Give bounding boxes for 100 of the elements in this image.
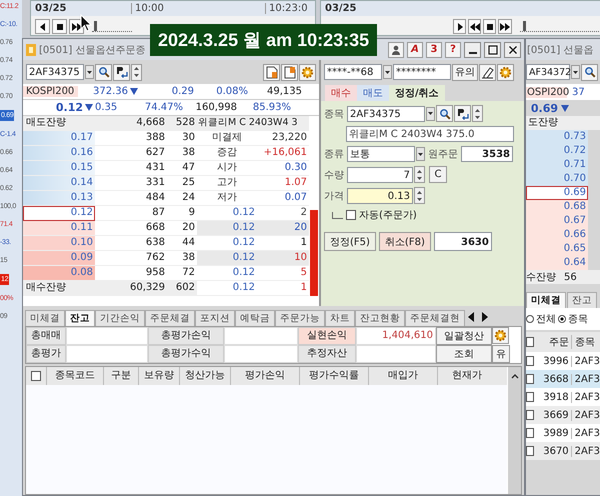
- spin-button[interactable]: [414, 187, 425, 204]
- balance-tab[interactable]: 미체결: [526, 292, 566, 308]
- toolbar-button[interactable]: ?: [445, 42, 461, 58]
- extra-button[interactable]: 유: [492, 345, 510, 363]
- price-level[interactable]: 0.69: [526, 186, 588, 200]
- search-button[interactable]: [436, 105, 453, 122]
- dropdown-button[interactable]: [85, 65, 94, 79]
- ask-price[interactable]: 0.15: [23, 161, 95, 176]
- order-row[interactable]: 3669 2AF3: [526, 406, 600, 424]
- price-field[interactable]: 0.13: [347, 188, 413, 204]
- column-header[interactable]: 종목: [573, 335, 595, 349]
- dropdown-button[interactable]: [416, 147, 425, 161]
- order-row[interactable]: 3668 2AF3: [526, 370, 600, 388]
- price-level[interactable]: 0.68: [526, 200, 588, 214]
- price-level[interactable]: 0.65: [526, 242, 588, 256]
- balance-tab[interactable]: 미체결: [25, 310, 65, 326]
- order-row[interactable]: 3996 2AF3: [526, 352, 600, 370]
- order-tab[interactable]: 매수: [325, 85, 357, 101]
- spin-button[interactable]: [414, 166, 425, 183]
- tab-scroll-button[interactable]: [467, 312, 489, 322]
- balance-tab[interactable]: 예탁금: [235, 310, 275, 326]
- clear-button[interactable]: C: [429, 166, 447, 183]
- price-level[interactable]: 0.67: [526, 214, 588, 228]
- balance-tab[interactable]: 잔고현황: [355, 310, 405, 326]
- select-all-checkbox[interactable]: [31, 371, 41, 381]
- eraser-button[interactable]: [479, 64, 496, 80]
- playback-slider[interactable]: [92, 21, 132, 32]
- playback-slider[interactable]: [520, 21, 600, 32]
- price-level[interactable]: 0.71: [526, 158, 588, 172]
- auto-price-checkbox[interactable]: [346, 210, 356, 220]
- spin-button[interactable]: [472, 105, 483, 122]
- ask-price[interactable]: 0.16: [23, 146, 95, 161]
- balance-tab[interactable]: 주문가능: [275, 310, 325, 326]
- dropdown-button[interactable]: [383, 65, 392, 79]
- order-row[interactable]: 3918 2AF3: [526, 388, 600, 406]
- p-enter-button[interactable]: [113, 64, 130, 80]
- previous-button[interactable]: [35, 19, 50, 34]
- order-row[interactable]: 3989 2AF3: [526, 424, 600, 442]
- radio-button[interactable]: [558, 315, 566, 323]
- search-button[interactable]: [95, 64, 112, 80]
- ask-price[interactable]: 0.17: [23, 131, 95, 146]
- minimize-button[interactable]: [464, 42, 481, 58]
- quantity-field[interactable]: 7: [347, 166, 413, 182]
- order-tab[interactable]: 매도: [357, 85, 389, 101]
- scrollbar[interactable]: [508, 367, 521, 494]
- search-button[interactable]: [581, 64, 598, 80]
- balance-tab[interactable]: 기간손익: [95, 310, 145, 326]
- toolbar-button[interactable]: A: [407, 42, 423, 58]
- row-checkbox[interactable]: [526, 392, 534, 402]
- ask-price[interactable]: 0.14: [23, 176, 95, 191]
- user-button[interactable]: [388, 42, 404, 58]
- order-tab[interactable]: 정정/취소: [389, 85, 445, 101]
- original-order-field[interactable]: 3538: [461, 146, 513, 162]
- summary-action-button[interactable]: 일괄청산: [436, 327, 492, 345]
- bid-price[interactable]: 0.09: [23, 251, 95, 266]
- spin-button[interactable]: [131, 64, 142, 80]
- document-button[interactable]: [263, 64, 280, 80]
- toolbar-button[interactable]: 3: [426, 42, 442, 58]
- price-level[interactable]: 0.73: [526, 130, 588, 144]
- slider-thumb[interactable]: [522, 21, 526, 31]
- price-level[interactable]: 0.64: [526, 256, 588, 270]
- stop-button[interactable]: [52, 19, 67, 34]
- balance-tab[interactable]: 잔고: [567, 292, 597, 308]
- settings-button[interactable]: [299, 64, 316, 80]
- bid-price[interactable]: 0.10: [23, 236, 95, 251]
- row-checkbox[interactable]: [526, 410, 534, 420]
- balance-tab[interactable]: 주문체결: [145, 310, 195, 326]
- slider-thumb[interactable]: [94, 21, 97, 31]
- order-action-button[interactable]: 정정(F5): [324, 232, 376, 251]
- settings-button[interactable]: [497, 64, 514, 80]
- stop-button[interactable]: [483, 19, 496, 34]
- radio-button[interactable]: [526, 315, 534, 323]
- row-checkbox[interactable]: [526, 428, 534, 438]
- row-checkbox[interactable]: [526, 374, 534, 384]
- column-header[interactable]: 주문: [535, 335, 572, 349]
- balance-tab[interactable]: 잔고: [65, 310, 95, 326]
- row-checkbox[interactable]: [526, 356, 534, 366]
- dropdown-button[interactable]: [426, 106, 435, 120]
- balance-tab[interactable]: 차트: [325, 310, 355, 326]
- price-level[interactable]: 0.66: [526, 228, 588, 242]
- close-button[interactable]: [504, 42, 521, 58]
- ask-price[interactable]: 0.13: [23, 191, 95, 206]
- order-row[interactable]: 3670 2AF3: [526, 442, 600, 460]
- rewind-button[interactable]: [468, 19, 482, 34]
- balance-tab[interactable]: 주문체결현: [405, 310, 465, 326]
- bid-price[interactable]: 0.11: [23, 221, 95, 236]
- balance-tab[interactable]: 포지션: [195, 310, 235, 326]
- code-field[interactable]: 2AF34375: [347, 106, 425, 122]
- maximize-button[interactable]: [484, 42, 501, 58]
- account-field[interactable]: ****-**68: [324, 64, 382, 80]
- notice-button[interactable]: 유의: [452, 64, 478, 80]
- price-level[interactable]: 0.72: [526, 144, 588, 158]
- row-checkbox[interactable]: [526, 446, 534, 456]
- settings-button[interactable]: [492, 327, 509, 344]
- select-all-checkbox[interactable]: [526, 337, 534, 347]
- p-enter-button[interactable]: [454, 105, 471, 122]
- document-button[interactable]: [281, 64, 298, 80]
- price-level[interactable]: 0.70: [526, 172, 588, 186]
- summary-action-button[interactable]: 조회: [436, 345, 492, 363]
- code-field[interactable]: 2AF34375: [26, 64, 84, 80]
